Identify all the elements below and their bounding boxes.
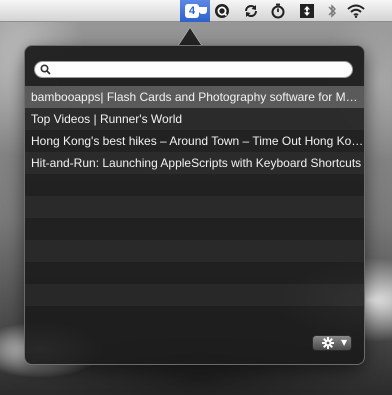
wifi-icon[interactable]: [346, 2, 366, 20]
bluetooth-icon[interactable]: [322, 2, 342, 20]
tab-list-item[interactable]: Hong Kong's best hikes – Around Town – T…: [25, 130, 364, 152]
tabs-popover: bambooapps| Flash Cards and Photography …: [24, 45, 365, 365]
tab-count-badge: 4: [185, 4, 199, 18]
gear-icon: [322, 337, 334, 349]
empty-list-row: [25, 240, 364, 262]
menu-bar: 4: [0, 0, 392, 22]
popover-arrow: [179, 28, 201, 45]
split-icon[interactable]: [297, 2, 317, 20]
settings-button[interactable]: ▼: [312, 335, 352, 351]
timer-icon[interactable]: [268, 2, 288, 20]
empty-list-row: [25, 284, 364, 306]
search-icon: [40, 64, 51, 75]
search-input[interactable]: [55, 62, 345, 77]
quicksilver-icon[interactable]: [212, 2, 232, 20]
tab-list-item[interactable]: Top Videos | Runner's World: [25, 108, 364, 130]
chevron-down-icon: ▼: [341, 338, 348, 347]
tab-list-item[interactable]: bambooapps| Flash Cards and Photography …: [25, 86, 364, 108]
sync-icon[interactable]: [241, 2, 261, 20]
empty-list-row: [25, 174, 364, 196]
search-field[interactable]: [34, 61, 353, 78]
empty-list-row: [25, 218, 364, 240]
empty-list-row: [25, 196, 364, 218]
tab-count-menu-item[interactable]: 4: [180, 0, 210, 22]
empty-list-row: [25, 262, 364, 284]
tab-list-item[interactable]: Hit-and-Run: Launching AppleScripts with…: [25, 152, 364, 174]
cup-icon: [199, 7, 207, 14]
tab-list: bambooapps| Flash Cards and Photography …: [25, 86, 364, 331]
empty-list-row: [25, 306, 364, 328]
